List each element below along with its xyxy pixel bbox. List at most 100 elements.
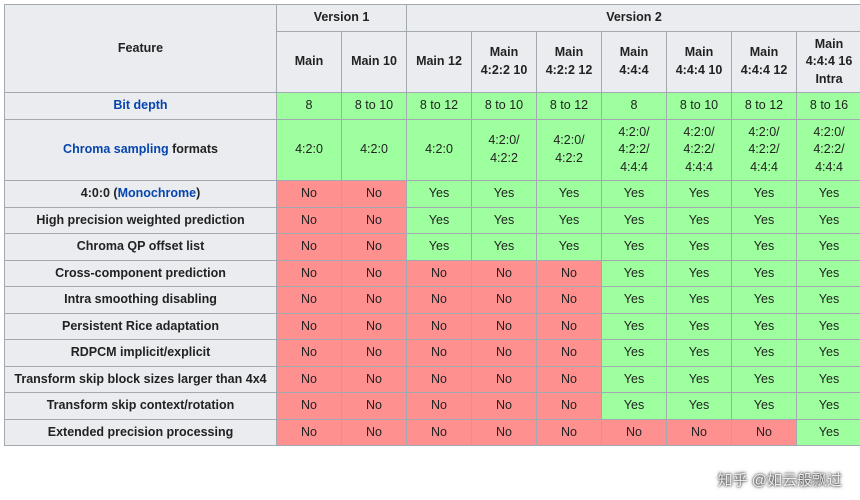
table-row: Persistent Rice adaptationNoNoNoNoNoYesY… — [5, 313, 860, 340]
feature-cell: Yes — [667, 393, 732, 420]
feature-cell: 8 to 12 — [732, 93, 797, 120]
feature-cell: 4:2:0 — [277, 119, 342, 181]
row-feature-label: Chroma sampling formats — [5, 119, 277, 181]
feature-cell: Yes — [602, 340, 667, 367]
feature-cell: Yes — [667, 260, 732, 287]
feature-cell: No — [342, 287, 407, 314]
feature-cell: No — [537, 419, 602, 446]
table-body: Bit depth88 to 108 to 128 to 108 to 1288… — [5, 93, 860, 446]
feature-cell: 8 — [602, 93, 667, 120]
feature-cell: 8 to 10 — [342, 93, 407, 120]
feature-cell: Yes — [797, 419, 860, 446]
feature-cell: No — [537, 287, 602, 314]
feature-cell: Yes — [797, 393, 860, 420]
row-feature-label: Bit depth — [5, 93, 277, 120]
feature-cell: Yes — [602, 366, 667, 393]
row-feature-label: 4:0:0 (Monochrome) — [5, 181, 277, 208]
profile-header: Main 12 — [407, 31, 472, 93]
row-feature-label: Transform skip block sizes larger than 4… — [5, 366, 277, 393]
feature-cell: No — [407, 419, 472, 446]
profile-header: Main 4:2:2 10 — [472, 31, 537, 93]
feature-cell: Yes — [797, 207, 860, 234]
feature-cell: 4:2:0/4:2:2/4:4:4 — [602, 119, 667, 181]
feature-cell: No — [407, 313, 472, 340]
feature-cell: No — [342, 393, 407, 420]
profile-header: Main — [277, 31, 342, 93]
watermark-text: 知乎 @如云般飘过 — [718, 469, 842, 490]
feature-cell: Yes — [472, 234, 537, 261]
feature-cell: Yes — [732, 234, 797, 261]
feature-cell: Yes — [667, 340, 732, 367]
table-row: Cross-component predictionNoNoNoNoNoYesY… — [5, 260, 860, 287]
profile-header: Main 4:2:2 12 — [537, 31, 602, 93]
col-group-v1: Version 1 — [277, 5, 407, 32]
feature-cell: Yes — [667, 181, 732, 208]
profile-header: Main 4:4:4 10 — [667, 31, 732, 93]
profile-header: Main 4:4:4 — [602, 31, 667, 93]
feature-cell: Yes — [797, 313, 860, 340]
feature-cell: 4:2:0/4:2:2 — [537, 119, 602, 181]
feature-cell: Yes — [732, 260, 797, 287]
feature-cell: No — [277, 260, 342, 287]
feature-cell: Yes — [667, 207, 732, 234]
feature-cell: No — [277, 234, 342, 261]
feature-cell: No — [342, 207, 407, 234]
row-feature-label: High precision weighted prediction — [5, 207, 277, 234]
col-feature-header: Feature — [5, 5, 277, 93]
table-row: High precision weighted predictionNoNoYe… — [5, 207, 860, 234]
feature-cell: Yes — [667, 287, 732, 314]
feature-cell: No — [667, 419, 732, 446]
row-feature-label: Transform skip context/rotation — [5, 393, 277, 420]
profile-header: Main 10 — [342, 31, 407, 93]
feature-cell: No — [472, 340, 537, 367]
feature-cell: No — [277, 393, 342, 420]
feature-cell: 4:2:0 — [342, 119, 407, 181]
feature-cell: No — [342, 340, 407, 367]
feature-cell: 8 to 10 — [472, 93, 537, 120]
feature-cell: No — [407, 260, 472, 287]
feature-cell: No — [342, 419, 407, 446]
feature-cell: No — [407, 366, 472, 393]
feature-cell: 4:2:0 — [407, 119, 472, 181]
table-row: Extended precision processingNoNoNoNoNoN… — [5, 419, 860, 446]
feature-cell: Yes — [602, 313, 667, 340]
table-header: Feature Version 1 Version 2 MainMain 10M… — [5, 5, 860, 93]
feature-cell: 4:2:0/4:2:2/4:4:4 — [732, 119, 797, 181]
table-row: Chroma sampling formats4:2:04:2:04:2:04:… — [5, 119, 860, 181]
feature-cell: Yes — [667, 366, 732, 393]
feature-cell: No — [472, 393, 537, 420]
feature-cell: No — [342, 234, 407, 261]
feature-cell: Yes — [732, 393, 797, 420]
feature-cell: No — [537, 313, 602, 340]
feature-cell: No — [472, 260, 537, 287]
feature-cell: No — [277, 340, 342, 367]
row-feature-label: Persistent Rice adaptation — [5, 313, 277, 340]
profile-header: Main 4:4:4 16 Intra — [797, 31, 860, 93]
col-group-v2: Version 2 — [407, 5, 860, 32]
feature-cell: 8 — [277, 93, 342, 120]
feature-cell: Yes — [407, 234, 472, 261]
feature-cell: No — [472, 366, 537, 393]
feature-cell: No — [472, 287, 537, 314]
feature-comparison-table: Feature Version 1 Version 2 MainMain 10M… — [4, 4, 860, 446]
feature-cell: Yes — [667, 313, 732, 340]
feature-cell: No — [537, 260, 602, 287]
feature-cell: No — [277, 419, 342, 446]
table-row: Transform skip block sizes larger than 4… — [5, 366, 860, 393]
feature-cell: 8 to 16 — [797, 93, 860, 120]
feature-cell: 8 to 12 — [537, 93, 602, 120]
feature-cell: 8 to 10 — [667, 93, 732, 120]
row-feature-label: Intra smoothing disabling — [5, 287, 277, 314]
feature-cell: Yes — [797, 340, 860, 367]
table-row: Bit depth88 to 108 to 128 to 108 to 1288… — [5, 93, 860, 120]
table-row: Chroma QP offset listNoNoYesYesYesYesYes… — [5, 234, 860, 261]
feature-cell: Yes — [667, 234, 732, 261]
feature-cell: No — [277, 287, 342, 314]
feature-cell: No — [342, 313, 407, 340]
feature-cell: Yes — [602, 393, 667, 420]
row-feature-label: Cross-component prediction — [5, 260, 277, 287]
feature-cell: No — [537, 340, 602, 367]
feature-cell: Yes — [602, 287, 667, 314]
feature-cell: Yes — [537, 234, 602, 261]
feature-cell: No — [277, 181, 342, 208]
